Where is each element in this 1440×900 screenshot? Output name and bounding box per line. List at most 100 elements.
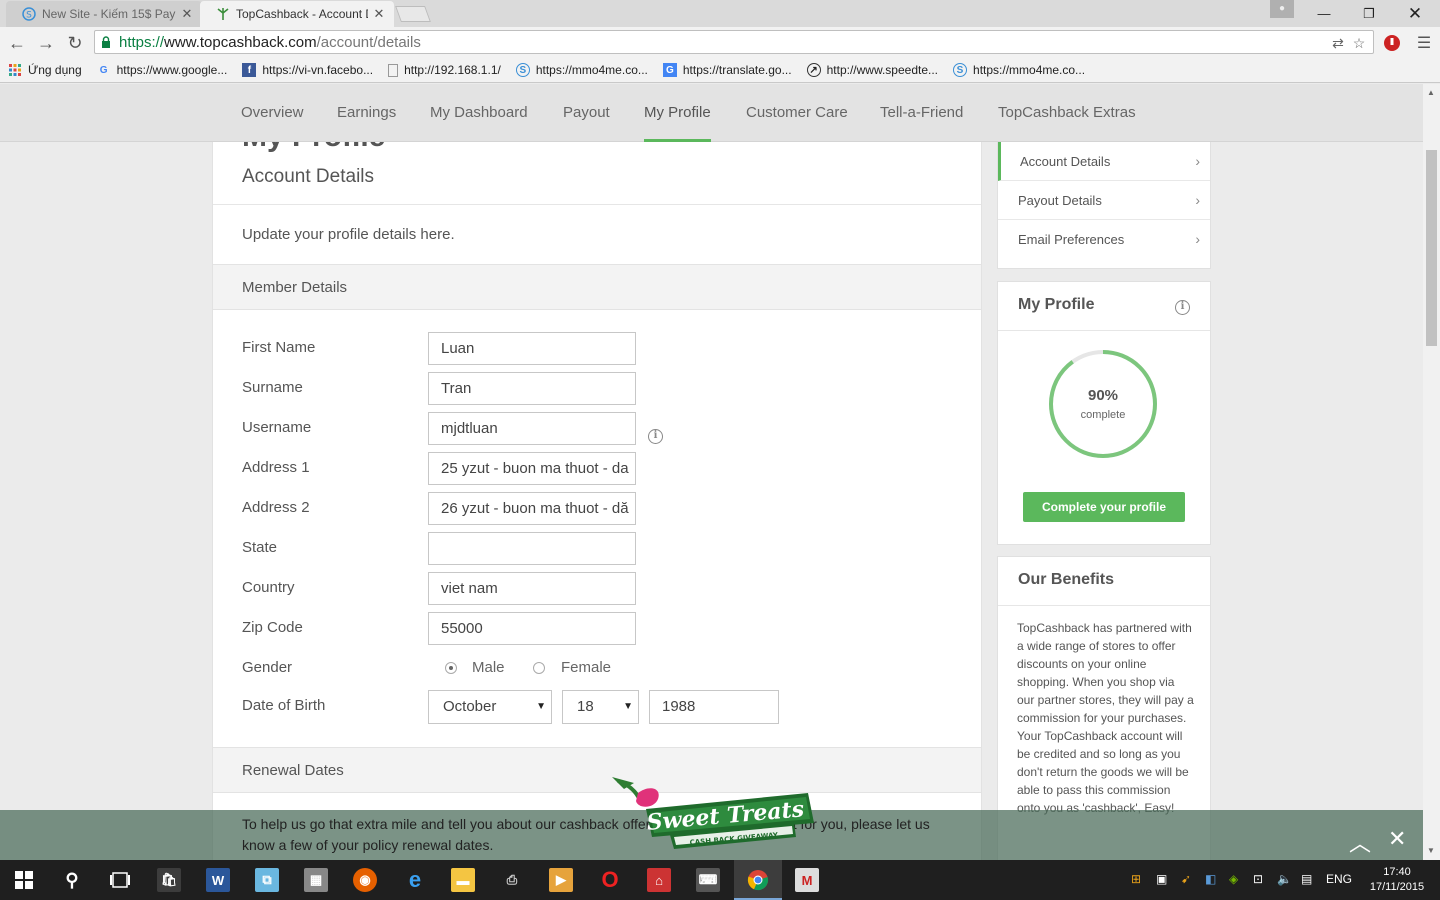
username-input[interactable]: mjdtluan bbox=[428, 412, 636, 445]
dob-month-value: October bbox=[443, 698, 497, 715]
notification-icon[interactable]: ▤ bbox=[1301, 872, 1312, 886]
minimize-icon[interactable]: — bbox=[1302, 0, 1346, 27]
nav-my-profile[interactable]: My Profile bbox=[644, 84, 711, 142]
tray-app-icon[interactable]: ⊞ bbox=[1131, 872, 1141, 886]
bookmark-label: http://192.168.1.1/ bbox=[404, 63, 501, 77]
bookmark-facebook[interactable]: f https://vi-vn.facebo... bbox=[242, 63, 373, 77]
back-arrow-icon[interactable]: ← bbox=[5, 31, 29, 55]
forward-arrow-icon[interactable]: → bbox=[34, 31, 58, 55]
dob-month-select[interactable]: October ▼ bbox=[428, 690, 552, 724]
notes-icon[interactable]: ⧉ bbox=[255, 868, 279, 892]
nav-my-dashboard[interactable]: My Dashboard bbox=[430, 84, 528, 142]
gender-male-label: Male bbox=[472, 659, 505, 676]
windows-start-icon[interactable] bbox=[12, 868, 36, 892]
restore-icon[interactable]: ❐ bbox=[1347, 0, 1391, 27]
volume-icon[interactable]: 🔈 bbox=[1277, 872, 1292, 886]
page-scrollbar[interactable]: ▲ ▼ bbox=[1423, 84, 1440, 860]
bookmark-mmo4me[interactable]: S https://mmo4me.co... bbox=[515, 63, 648, 77]
new-tab-button[interactable] bbox=[395, 6, 431, 22]
translate-page-icon[interactable]: ⇄ bbox=[1329, 34, 1347, 52]
word-icon[interactable]: W bbox=[206, 868, 230, 892]
account-sidebar-menu: Account Details › Payout Details › Email… bbox=[997, 142, 1211, 269]
scroll-up-arrow-icon[interactable]: ▲ bbox=[1427, 88, 1435, 97]
tab-new-site[interactable]: S New Site - Kiếm 15$ Payp ✕ bbox=[6, 1, 202, 27]
bookmark-translate[interactable]: G https://translate.go... bbox=[662, 63, 792, 77]
task-view-icon[interactable] bbox=[108, 868, 132, 892]
system-clock[interactable]: 17:40 17/11/2015 bbox=[1366, 865, 1428, 895]
sidebar-item-account-details[interactable]: Account Details › bbox=[998, 142, 1210, 181]
dob-label: Date of Birth bbox=[242, 697, 326, 714]
profile-info-icon[interactable]: i bbox=[1175, 300, 1190, 315]
file-explorer-icon[interactable]: ▬ bbox=[451, 868, 475, 892]
printer-icon[interactable]: ⎙ bbox=[500, 868, 524, 892]
tab-close-icon[interactable]: ✕ bbox=[180, 6, 194, 22]
bookmark-label: https://translate.go... bbox=[682, 63, 792, 77]
language-indicator[interactable]: ENG bbox=[1326, 872, 1352, 886]
clock-time: 17:40 bbox=[1383, 866, 1411, 878]
tab-close-icon[interactable]: ✕ bbox=[372, 6, 386, 22]
scroll-down-arrow-icon[interactable]: ▼ bbox=[1427, 846, 1435, 855]
sidebar-item-payout-details[interactable]: Payout Details › bbox=[998, 181, 1210, 220]
nvidia-icon[interactable]: ◈ bbox=[1229, 872, 1238, 886]
nav-earnings[interactable]: Earnings bbox=[337, 84, 396, 142]
bookmark-router[interactable]: http://192.168.1.1/ bbox=[388, 63, 501, 77]
intro-text: Update your profile details here. bbox=[242, 226, 455, 243]
url-scheme: https:// bbox=[119, 33, 165, 51]
address2-label: Address 2 bbox=[242, 499, 310, 516]
menu-icon[interactable]: ☰ bbox=[1412, 31, 1436, 55]
address-bar[interactable]: https://www.topcashback.com/account/deta… bbox=[94, 30, 1374, 54]
extension-icon[interactable] bbox=[1380, 31, 1404, 55]
scrollbar-thumb[interactable] bbox=[1426, 150, 1437, 346]
nav-topcashback-extras[interactable]: TopCashback Extras bbox=[998, 84, 1136, 142]
close-banner-icon[interactable]: ✕ bbox=[1388, 826, 1406, 852]
bookmark-speedtest[interactable]: ↗ http://www.speedte... bbox=[806, 63, 938, 77]
dob-year-input[interactable]: 1988 bbox=[649, 690, 779, 724]
mj-app-icon[interactable]: M bbox=[795, 868, 819, 892]
state-input[interactable] bbox=[428, 532, 636, 565]
tray-app-icon[interactable]: ➹ bbox=[1181, 872, 1191, 886]
bookmark-apps[interactable]: Ứng dụng bbox=[8, 63, 82, 77]
close-window-icon[interactable]: ✕ bbox=[1393, 0, 1437, 27]
bookmark-mmo4me-2[interactable]: S https://mmo4me.co... bbox=[953, 63, 1085, 77]
benefits-text: TopCashback has partnered with a wide ra… bbox=[1017, 621, 1194, 815]
country-input[interactable]: viet nam bbox=[428, 572, 636, 605]
complete-profile-button[interactable]: Complete your profile bbox=[1023, 492, 1185, 522]
nav-customer-care[interactable]: Customer Care bbox=[746, 84, 848, 142]
nav-tell-a-friend[interactable]: Tell-a-Friend bbox=[880, 84, 963, 142]
reload-icon[interactable]: ↻ bbox=[63, 31, 87, 55]
store-icon[interactable]: 🛍 bbox=[157, 868, 181, 892]
username-info-icon[interactable]: i bbox=[648, 429, 663, 444]
surname-input[interactable]: Tran bbox=[428, 372, 636, 405]
sweet-treats-logo-icon[interactable]: Sweet Treats CASH BACK GIVEAWAY bbox=[608, 775, 820, 855]
tray-app-icon[interactable]: ◧ bbox=[1205, 872, 1216, 886]
nav-payout[interactable]: Payout bbox=[563, 84, 610, 142]
dob-day-select[interactable]: 18 ▼ bbox=[562, 690, 639, 724]
bookmark-google[interactable]: G https://www.google... bbox=[97, 63, 228, 77]
network-icon[interactable]: ⊡ bbox=[1253, 872, 1263, 886]
gender-female-radio[interactable] bbox=[533, 662, 545, 674]
search-icon[interactable]: ⚲ bbox=[60, 868, 84, 892]
profile-user-icon[interactable]: ● bbox=[1270, 0, 1294, 18]
gender-male-radio[interactable] bbox=[445, 662, 457, 674]
sidebar-item-email-preferences[interactable]: Email Preferences › bbox=[998, 220, 1210, 259]
edge-icon[interactable]: e bbox=[403, 867, 427, 892]
opera-icon[interactable]: O bbox=[598, 867, 622, 892]
tab-title: New Site - Kiếm 15$ Payp bbox=[42, 7, 176, 21]
chevron-up-icon[interactable]: ︿ bbox=[1349, 826, 1371, 858]
address2-input[interactable]: 26 yzut - buon ma thuot - dă bbox=[428, 492, 636, 525]
zip-code-input[interactable]: 55000 bbox=[428, 612, 636, 645]
app-icon[interactable]: ⌂ bbox=[647, 868, 671, 892]
first-name-input[interactable]: Luan bbox=[428, 332, 636, 365]
media-player-icon[interactable]: ▶ bbox=[549, 868, 573, 892]
bookmark-star-icon[interactable]: ☆ bbox=[1350, 34, 1368, 52]
keyboard-icon[interactable]: ⌨ bbox=[696, 868, 720, 892]
address1-input[interactable]: 25 yzut - buon ma thuot - da bbox=[428, 452, 636, 485]
tab-topcashback[interactable]: TopCashback - Account D ✕ bbox=[200, 1, 394, 27]
calculator-icon[interactable]: ▦ bbox=[304, 868, 328, 892]
chrome-icon[interactable] bbox=[746, 868, 770, 892]
divider bbox=[213, 204, 981, 205]
tray-app-icon[interactable]: ▣ bbox=[1156, 872, 1167, 886]
username-label: Username bbox=[242, 419, 312, 436]
firefox-icon[interactable]: ◉ bbox=[353, 868, 377, 892]
nav-overview[interactable]: Overview bbox=[241, 84, 304, 142]
